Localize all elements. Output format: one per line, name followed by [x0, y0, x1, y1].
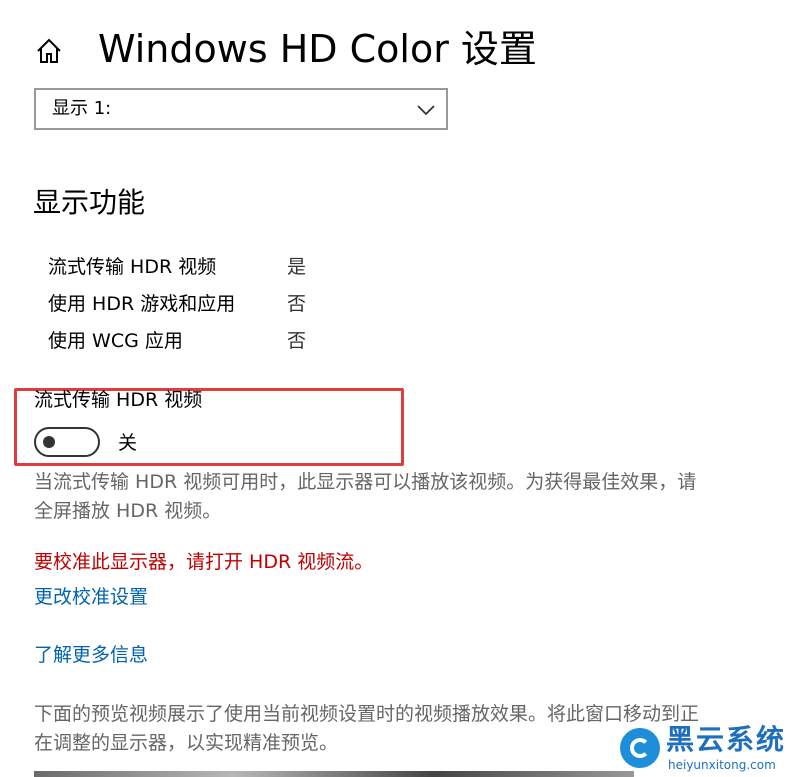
display-select[interactable]: 显示 1:	[34, 88, 448, 130]
capability-value: 否	[287, 330, 307, 352]
capability-label: 使用 HDR 游戏和应用	[48, 293, 236, 315]
capability-label: 使用 WCG 应用	[48, 330, 183, 352]
section-heading: 显示功能	[33, 186, 146, 219]
display-select-value: 显示 1:	[52, 98, 112, 119]
watermark-logo-icon	[620, 728, 660, 768]
watermark-name: 黑云系统	[666, 723, 787, 756]
stream-hdr-description: 当流式传输 HDR 视频可用时，此显示器可以播放该视频。为获得最佳效果，请全屏播…	[34, 471, 697, 522]
watermark: 黑云系统 heiyunxitong.com	[600, 718, 787, 777]
stream-hdr-toggle[interactable]	[34, 427, 100, 457]
change-calibration-link[interactable]: 更改校准设置	[34, 583, 148, 612]
learn-more-link[interactable]: 了解更多信息	[34, 641, 148, 670]
capability-value: 是	[287, 256, 307, 278]
home-icon[interactable]	[34, 36, 64, 66]
calibration-warning: 要校准此显示器，请打开 HDR 视频流。	[34, 551, 374, 573]
capability-label: 流式传输 HDR 视频	[48, 256, 217, 278]
page-title: Windows HD Color 设置	[98, 27, 537, 71]
stream-hdr-title: 流式传输 HDR 视频	[34, 389, 203, 411]
preview-video[interactable]	[34, 771, 634, 777]
stream-hdr-state: 关	[118, 432, 138, 454]
chevron-down-icon	[417, 105, 435, 116]
toggle-knob	[43, 436, 55, 448]
capability-value: 否	[287, 293, 307, 315]
watermark-url: heiyunxitong.com	[668, 758, 776, 772]
